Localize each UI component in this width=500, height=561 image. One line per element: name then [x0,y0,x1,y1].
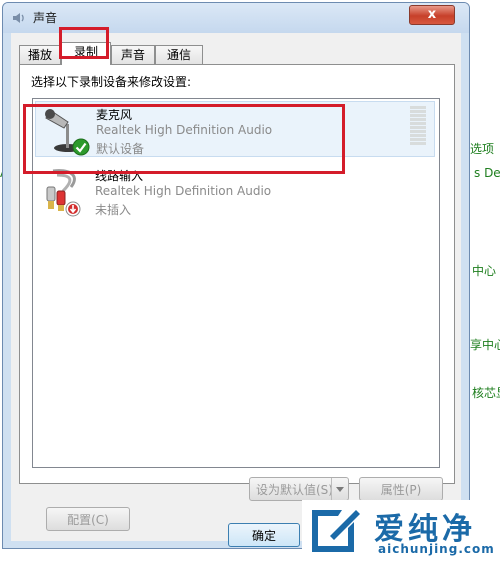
watermark-url: aichunjing.com [378,542,495,556]
properties-button[interactable]: 属性(P) [359,477,443,501]
set-default-button[interactable]: 设为默认值(S) [249,477,349,501]
set-default-label: 设为默认值(S) [256,483,333,497]
ok-button[interactable]: 确定 [228,523,300,547]
device-driver: Realtek High Definition Audio [95,184,272,198]
speaker-icon [13,13,24,23]
device-status: 未插入 [95,203,132,217]
tab-sounds[interactable]: 声音 [111,45,155,64]
window-title: 声音 [33,11,58,25]
bg-link-center[interactable]: 中心 [472,262,496,279]
chevron-down-icon[interactable] [331,478,348,500]
bg-link-defender[interactable]: s Def [474,166,500,180]
close-button[interactable]: x [409,5,455,25]
watermark-logo-icon [312,510,360,552]
sound-dialog: 声音 x 播放 录制 声音 通信 选择以下录制设备来修改设置: 麦克风 Real… [2,2,470,549]
recording-tab-highlight [59,27,109,59]
microphone-row-highlight [23,104,345,174]
tab-communications[interactable]: 通信 [155,45,203,64]
bg-link-sharing-center[interactable]: 享中心 [470,336,500,353]
watermark: 爱纯净 aichunjing.com [302,500,500,561]
instruction-text: 选择以下录制设备来修改设置: [31,75,192,89]
tab-playback[interactable]: 播放 [19,45,61,64]
level-meter [410,106,426,150]
bg-link-options[interactable]: 选项 [470,140,494,157]
bg-link-graphics[interactable]: 核芯显 [472,384,500,401]
configure-button[interactable]: 配置(C) [46,507,130,531]
unplugged-arrow-icon [65,201,81,217]
